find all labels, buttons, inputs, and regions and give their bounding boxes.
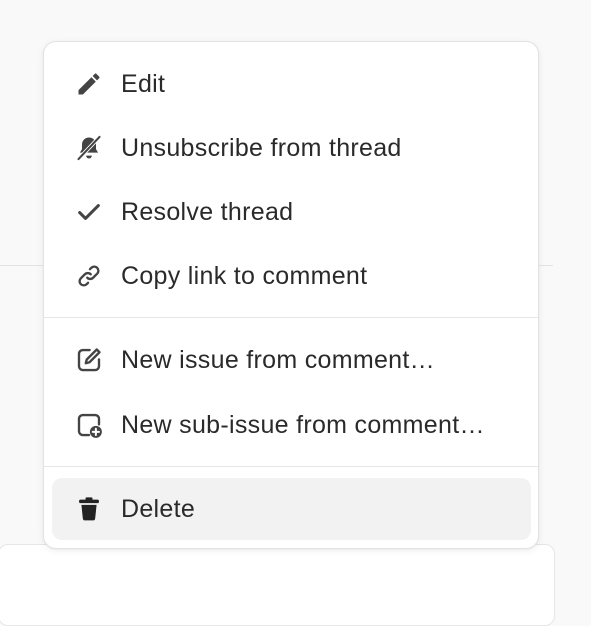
trash-icon (74, 494, 104, 524)
new-sub-issue-icon (74, 410, 104, 440)
menu-item-unsubscribe[interactable]: Unsubscribe from thread (52, 117, 531, 179)
menu-separator (44, 466, 538, 467)
menu-item-label: Copy link to comment (121, 261, 368, 290)
menu-item-label: Edit (121, 69, 166, 98)
menu-item-label: Delete (121, 494, 196, 523)
menu-separator (44, 317, 538, 318)
menu-item-edit[interactable]: Edit (52, 53, 531, 115)
menu-item-label: New sub-issue from comment… (121, 410, 485, 439)
menu-item-resolve-thread[interactable]: Resolve thread (52, 181, 531, 243)
menu-item-new-sub-issue[interactable]: New sub-issue from comment… (52, 394, 531, 456)
menu-item-label: Unsubscribe from thread (121, 133, 402, 162)
new-issue-icon (74, 345, 104, 375)
pencil-icon (74, 69, 104, 99)
bell-off-icon (74, 133, 104, 163)
menu-item-label: Resolve thread (121, 197, 294, 226)
link-icon (74, 261, 104, 291)
comment-context-menu: Edit Unsubscribe from thread Resolve thr… (43, 41, 539, 549)
menu-item-copy-link[interactable]: Copy link to comment (52, 245, 531, 307)
background-comment-card (0, 544, 555, 626)
menu-item-delete[interactable]: Delete (52, 478, 531, 540)
checkmark-icon (74, 197, 104, 227)
menu-item-new-issue[interactable]: New issue from comment… (52, 329, 531, 391)
menu-item-label: New issue from comment… (121, 345, 435, 374)
